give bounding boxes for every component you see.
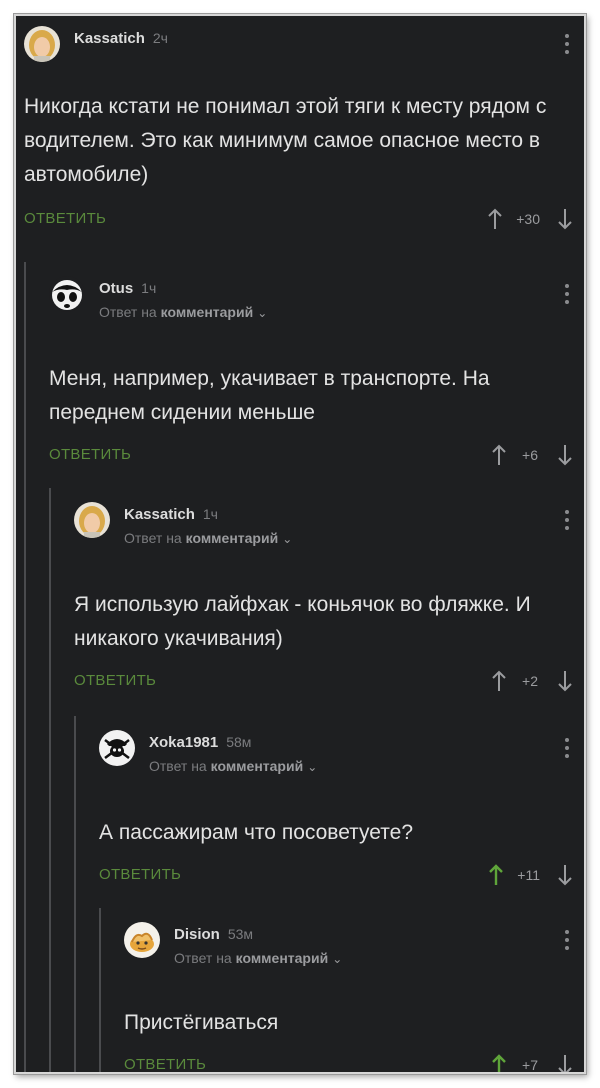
vote-controls: +30 [488,206,572,232]
downvote-icon[interactable] [558,864,572,886]
pirate-skull-avatar[interactable] [99,730,135,766]
comment: Dision 53м Ответ на комментарий ⌄ Пристёги… [124,916,584,1073]
comment-score: +30 [516,211,540,227]
author-name[interactable]: Otus 1ч [99,280,156,297]
comment-header: Kassatich 1ч Ответ на комментарий ⌄ [74,496,584,546]
panda-avatar[interactable] [49,276,85,312]
comment-score: +11 [517,867,540,883]
reply-to-link[interactable]: Ответ на комментарий ⌄ [124,530,292,546]
more-options-icon[interactable] [564,510,570,532]
comment-text: Пристёгиваться [124,1011,279,1034]
thread-line-2 [49,488,51,1072]
upvote-icon[interactable] [492,1054,506,1072]
downvote-icon[interactable] [558,444,572,466]
comment-text: А пассажирам что посоветуете? [99,821,414,844]
comment-score: +6 [522,447,538,463]
comment-time: 2ч [152,30,168,46]
comment-header: Xoka1981 58м Ответ на комментарий ⌄ [99,724,584,774]
comment-header: Dision 53м Ответ на комментарий ⌄ [124,916,584,966]
chevron-down-icon: ⌄ [307,760,318,774]
reply-button[interactable]: ОТВЕТИТЬ [74,672,156,689]
chevron-down-icon: ⌄ [332,952,343,966]
comment: Otus 1ч Ответ на комментарий ⌄ Меня, напри… [49,270,584,470]
reply-button[interactable]: ОТВЕТИТЬ [124,1056,206,1072]
comment-header: Otus 1ч Ответ на комментарий ⌄ [49,270,584,320]
reply-button[interactable]: ОТВЕТИТЬ [24,210,106,227]
cartoon-character-avatar[interactable] [124,922,160,958]
reply-to-link[interactable]: Ответ на комментарий ⌄ [174,950,342,966]
comment-score: +7 [522,1057,538,1073]
thread-line-4 [99,908,101,1072]
blond-person-avatar[interactable] [24,26,60,62]
comment-text: Меня, например, укачивает в транспорте. … [49,367,490,424]
comment-header: Kassatich 2ч [24,20,584,64]
downvote-icon[interactable] [558,670,572,692]
comment: Kassatich 2ч Никогда кстати не понимал эт… [24,20,584,250]
thread-line-1 [24,262,26,1072]
more-options-icon[interactable] [564,34,570,56]
author-name[interactable]: Kassatich 1ч [124,506,218,523]
comment-text: Я использую лайфхак - коньячок во фляжке… [74,593,531,650]
vote-controls: +7 [492,1052,572,1073]
upvote-icon[interactable] [492,670,506,692]
blond-person-avatar[interactable] [74,502,110,538]
downvote-icon[interactable] [558,208,572,230]
reply-button[interactable]: ОТВЕТИТЬ [49,446,131,463]
upvote-icon[interactable] [488,208,502,230]
comment-time: 1ч [202,506,218,522]
reply-to-link[interactable]: Ответ на комментарий ⌄ [99,304,267,320]
comment: Xoka1981 58м Ответ на комментарий ⌄ А пасс… [99,724,584,894]
vote-controls: +11 [489,862,572,888]
more-options-icon[interactable] [564,738,570,760]
chevron-down-icon: ⌄ [257,306,268,320]
thread-line-3 [74,716,76,1072]
comment-score: +2 [522,673,538,689]
more-options-icon[interactable] [564,284,570,306]
downvote-icon[interactable] [558,1054,572,1072]
reply-button[interactable]: ОТВЕТИТЬ [99,866,181,883]
reply-to-link[interactable]: Ответ на комментарий ⌄ [149,758,317,774]
author-name[interactable]: Dision 53м [174,926,253,943]
comment-text: Никогда кстати не понимал этой тяги к ме… [24,95,547,186]
comment-thread-panel: Kassatich 2ч Никогда кстати не понимал эт… [14,14,586,1074]
comment-time: 58м [226,734,252,750]
author-name[interactable]: Kassatich 2ч [74,30,168,47]
upvote-icon[interactable] [489,864,504,886]
author-name[interactable]: Xoka1981 58м [149,734,251,751]
vote-controls: +2 [492,668,572,694]
comment-time: 53м [227,926,254,942]
more-options-icon[interactable] [564,930,570,952]
comment: Kassatich 1ч Ответ на комментарий ⌄ Я испо… [74,496,584,696]
chevron-down-icon: ⌄ [282,532,293,546]
comment-time: 1ч [141,280,157,296]
upvote-icon[interactable] [492,444,506,466]
vote-controls: +6 [492,442,572,468]
